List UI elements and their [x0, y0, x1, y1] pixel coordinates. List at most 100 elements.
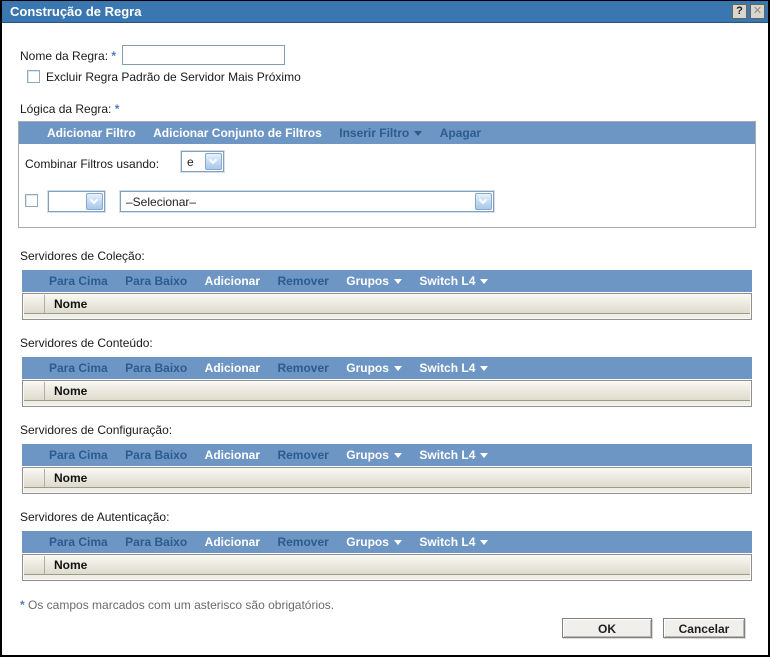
- rule-logic-required-asterisk: *: [114, 102, 120, 116]
- add-server-button[interactable]: Adicionar: [205, 444, 260, 466]
- cancel-button[interactable]: Cancelar: [663, 618, 745, 638]
- combine-filters-label: Combinar Filtros usando:: [25, 157, 160, 171]
- switch-l4-label: Switch L4: [419, 535, 476, 549]
- remove-server-button: Remover: [277, 448, 329, 462]
- authentication-servers-label: Servidores de Autenticação:: [20, 510, 170, 524]
- filter-operator-value: –Selecionar–: [126, 194, 197, 209]
- groups-label: Grupos: [346, 535, 389, 549]
- required-fields-note: * Os campos marcados com um asterisco sã…: [20, 598, 334, 612]
- dropdown-arrow-icon: [480, 366, 489, 372]
- groups-label: Grupos: [346, 361, 389, 375]
- switch-l4-label: Switch L4: [419, 448, 476, 462]
- move-up-button: Para Cima: [49, 274, 108, 288]
- name-column-header: Nome: [54, 471, 88, 485]
- chevron-down-icon: [89, 195, 99, 205]
- dialog-title: Construção de Regra: [10, 4, 142, 19]
- authentication-servers-toolbar: Para Cima Para Baixo Adicionar Remover G…: [22, 531, 752, 553]
- help-button[interactable]: ?: [732, 4, 747, 19]
- groups-menu-button[interactable]: Grupos: [346, 270, 402, 292]
- groups-menu-button[interactable]: Grupos: [346, 531, 402, 553]
- switch-l4-menu-button[interactable]: Switch L4: [419, 357, 489, 379]
- add-filter-set-button[interactable]: Adicionar Conjunto de Filtros: [153, 122, 322, 144]
- rule-construction-dialog: Construção de Regra ? ✕ Nome da Regra: *…: [0, 0, 770, 657]
- filter-field-select[interactable]: [48, 191, 105, 212]
- close-button[interactable]: ✕: [750, 4, 765, 19]
- switch-l4-menu-button[interactable]: Switch L4: [419, 531, 489, 553]
- filter-row-checkbox[interactable]: [25, 194, 38, 207]
- rule-logic-label-text: Lógica da Regra:: [20, 102, 112, 116]
- configuration-servers-label: Servidores de Configuração:: [20, 423, 173, 437]
- dropdown-arrow-icon: [393, 279, 402, 285]
- remove-server-button: Remover: [277, 274, 329, 288]
- add-server-button[interactable]: Adicionar: [205, 357, 260, 379]
- switch-l4-menu-button[interactable]: Switch L4: [419, 270, 489, 292]
- dropdown-arrow-icon: [414, 131, 423, 137]
- add-server-button[interactable]: Adicionar: [205, 531, 260, 553]
- move-down-button: Para Baixo: [125, 274, 188, 288]
- servers-table: Nome: [22, 554, 752, 581]
- content-servers-section: Servidores de Conteúdo: Para Cima Para B…: [2, 336, 768, 416]
- ok-button[interactable]: OK: [562, 618, 652, 638]
- select-column-header: [24, 469, 45, 487]
- rule-logic-toolbar: Adicionar Filtro Adicionar Conjunto de F…: [19, 122, 755, 144]
- combine-filters-select[interactable]: e: [181, 151, 224, 172]
- servers-table-header: Nome: [24, 295, 750, 314]
- select-column-header: [24, 556, 45, 574]
- rule-name-input[interactable]: [122, 45, 285, 65]
- rule-name-label-text: Nome da Regra:: [20, 49, 109, 63]
- configuration-servers-section: Servidores de Configuração: Para Cima Pa…: [2, 423, 768, 503]
- switch-l4-menu-button[interactable]: Switch L4: [419, 444, 489, 466]
- collection-servers-toolbar: Para Cima Para Baixo Adicionar Remover G…: [22, 270, 752, 292]
- content-servers-label: Servidores de Conteúdo:: [20, 336, 153, 350]
- collection-servers-section: Servidores de Coleção: Para Cima Para Ba…: [2, 249, 768, 329]
- filter-operator-select[interactable]: –Selecionar–: [120, 191, 494, 212]
- switch-l4-label: Switch L4: [419, 274, 476, 288]
- name-column-header: Nome: [54, 297, 88, 311]
- rule-logic-panel: Adicionar Filtro Adicionar Conjunto de F…: [18, 121, 756, 228]
- dropdown-arrow-icon: [480, 540, 489, 546]
- dropdown-arrow-icon: [393, 366, 402, 372]
- rule-name-label: Nome da Regra: *: [20, 49, 116, 63]
- dropdown-arrow-icon: [480, 279, 489, 285]
- servers-table-header: Nome: [24, 382, 750, 401]
- rule-logic-label: Lógica da Regra: *: [20, 102, 119, 116]
- select-arrow-button: [475, 193, 492, 210]
- select-column-header: [24, 295, 45, 313]
- select-arrow-button: [86, 193, 103, 210]
- name-column-header: Nome: [54, 558, 88, 572]
- add-filter-button[interactable]: Adicionar Filtro: [47, 122, 136, 144]
- servers-table: Nome: [22, 380, 752, 407]
- required-asterisk: *: [111, 49, 117, 63]
- chevron-down-icon: [208, 155, 218, 165]
- select-arrow-button: [205, 153, 222, 170]
- move-down-button: Para Baixo: [125, 361, 188, 375]
- remove-server-button: Remover: [277, 535, 329, 549]
- delete-filter-button: Apagar: [439, 126, 482, 140]
- move-up-button: Para Cima: [49, 448, 108, 462]
- note-text: Os campos marcados com um asterisco são …: [28, 598, 335, 612]
- move-up-button: Para Cima: [49, 361, 108, 375]
- configuration-servers-toolbar: Para Cima Para Baixo Adicionar Remover G…: [22, 444, 752, 466]
- combine-filters-value: e: [187, 154, 194, 169]
- titlebar: Construção de Regra ? ✕: [2, 1, 768, 23]
- collection-servers-label: Servidores de Coleção:: [20, 249, 145, 263]
- groups-menu-button[interactable]: Grupos: [346, 444, 402, 466]
- content-servers-toolbar: Para Cima Para Baixo Adicionar Remover G…: [22, 357, 752, 379]
- servers-table-header: Nome: [24, 556, 750, 575]
- exclude-default-rule-label: Excluir Regra Padrão de Servidor Mais Pr…: [46, 70, 301, 84]
- groups-label: Grupos: [346, 448, 389, 462]
- select-column-header: [24, 382, 45, 400]
- insert-filter-label: Inserir Filtro: [339, 126, 410, 140]
- chevron-down-icon: [478, 195, 488, 205]
- add-server-button[interactable]: Adicionar: [205, 270, 260, 292]
- groups-label: Grupos: [346, 274, 389, 288]
- servers-table-header: Nome: [24, 469, 750, 488]
- exclude-default-rule-checkbox[interactable]: [27, 70, 40, 83]
- move-down-button: Para Baixo: [125, 535, 188, 549]
- remove-server-button: Remover: [277, 361, 329, 375]
- dropdown-arrow-icon: [393, 453, 402, 459]
- note-asterisk: *: [20, 598, 25, 612]
- groups-menu-button[interactable]: Grupos: [346, 357, 402, 379]
- move-down-button: Para Baixo: [125, 448, 188, 462]
- switch-l4-label: Switch L4: [419, 361, 476, 375]
